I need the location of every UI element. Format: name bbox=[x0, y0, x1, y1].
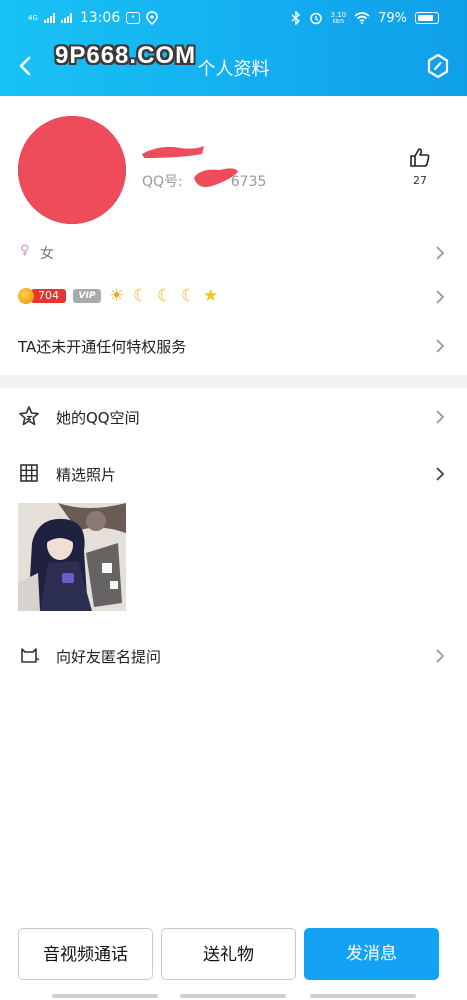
settings-button[interactable] bbox=[425, 52, 451, 80]
moon-level-icon: ☾ bbox=[157, 286, 173, 306]
location-icon bbox=[146, 11, 159, 25]
status-time: 13:06 bbox=[79, 10, 121, 26]
charm-badge: 704 bbox=[31, 289, 66, 303]
notification-icon: • bbox=[126, 12, 141, 24]
privilege-row[interactable]: TA还未开通任何特权服务 bbox=[0, 334, 467, 360]
qzone-label: 她的QQ空间 bbox=[56, 409, 140, 427]
chevron-right-icon bbox=[436, 290, 445, 304]
anime-girl-illustration bbox=[18, 503, 126, 611]
qzone-row[interactable]: 她的QQ空间 bbox=[0, 403, 467, 433]
send-message-button[interactable]: 发消息 bbox=[304, 928, 439, 980]
av-call-button[interactable]: 音视频通话 bbox=[18, 928, 153, 980]
signal-icon bbox=[43, 13, 55, 23]
privilege-text: TA还未开通任何特权服务 bbox=[18, 338, 187, 356]
coin-icon bbox=[18, 288, 34, 304]
wifi-icon bbox=[354, 12, 370, 24]
nav-indicator bbox=[52, 994, 158, 998]
nav-indicator bbox=[310, 994, 416, 998]
signal-icon-2 bbox=[60, 13, 72, 23]
battery-icon bbox=[415, 12, 439, 24]
section-divider bbox=[0, 375, 467, 388]
chevron-right-icon bbox=[436, 467, 445, 481]
watermark-logo: 9P668.COM bbox=[55, 42, 197, 69]
net-speed: 3.10 KB/S bbox=[330, 11, 347, 25]
alarm-icon bbox=[309, 12, 322, 25]
like-count: 27 bbox=[413, 174, 427, 187]
network-type: 4G bbox=[28, 14, 38, 22]
chevron-right-icon bbox=[436, 410, 445, 424]
anonymous-question-label: 向好友匿名提问 bbox=[56, 648, 162, 666]
featured-photo-thumbnail[interactable] bbox=[18, 503, 126, 611]
gender-row[interactable]: ♀ 女 bbox=[0, 240, 467, 266]
grid-icon bbox=[20, 464, 38, 482]
badges-row[interactable]: 704 VIP ☀ ☾ ☾ ☾ ★ bbox=[0, 284, 467, 310]
sun-level-icon: ☀ bbox=[109, 286, 125, 306]
star-level-icon: ★ bbox=[203, 286, 219, 306]
anonymous-question-row[interactable]: 向好友匿名提问 bbox=[0, 642, 467, 672]
cat-face-icon bbox=[21, 648, 40, 663]
send-gift-button[interactable]: 送礼物 bbox=[161, 928, 296, 980]
chevron-right-icon bbox=[436, 339, 445, 353]
moon-level-icon: ☾ bbox=[181, 286, 197, 306]
like-button[interactable]: 27 bbox=[404, 146, 436, 187]
chevron-right-icon bbox=[436, 246, 445, 260]
chevron-right-icon bbox=[436, 649, 445, 663]
female-icon: ♀ bbox=[20, 243, 30, 258]
vip-badge: VIP bbox=[73, 289, 101, 303]
gender-label: 女 bbox=[40, 246, 54, 262]
avatar[interactable] bbox=[18, 116, 126, 224]
thumbs-up-icon bbox=[410, 148, 430, 167]
header-bar: 4G 13:06 • 3.10 KB/S 79% 个人资料 9P668.COM bbox=[0, 0, 467, 96]
moon-level-icon: ☾ bbox=[133, 286, 149, 306]
name-redaction bbox=[142, 146, 204, 158]
qzone-star-icon bbox=[19, 406, 39, 426]
featured-photos-label: 精选照片 bbox=[56, 466, 117, 484]
status-bar: 4G 13:06 • 3.10 KB/S 79% bbox=[28, 8, 439, 28]
qq-redaction bbox=[194, 168, 238, 187]
bluetooth-icon bbox=[291, 11, 300, 25]
nav-indicator bbox=[180, 994, 286, 998]
battery-percent: 79% bbox=[378, 10, 407, 26]
featured-photos-row[interactable]: 精选照片 bbox=[0, 460, 467, 490]
